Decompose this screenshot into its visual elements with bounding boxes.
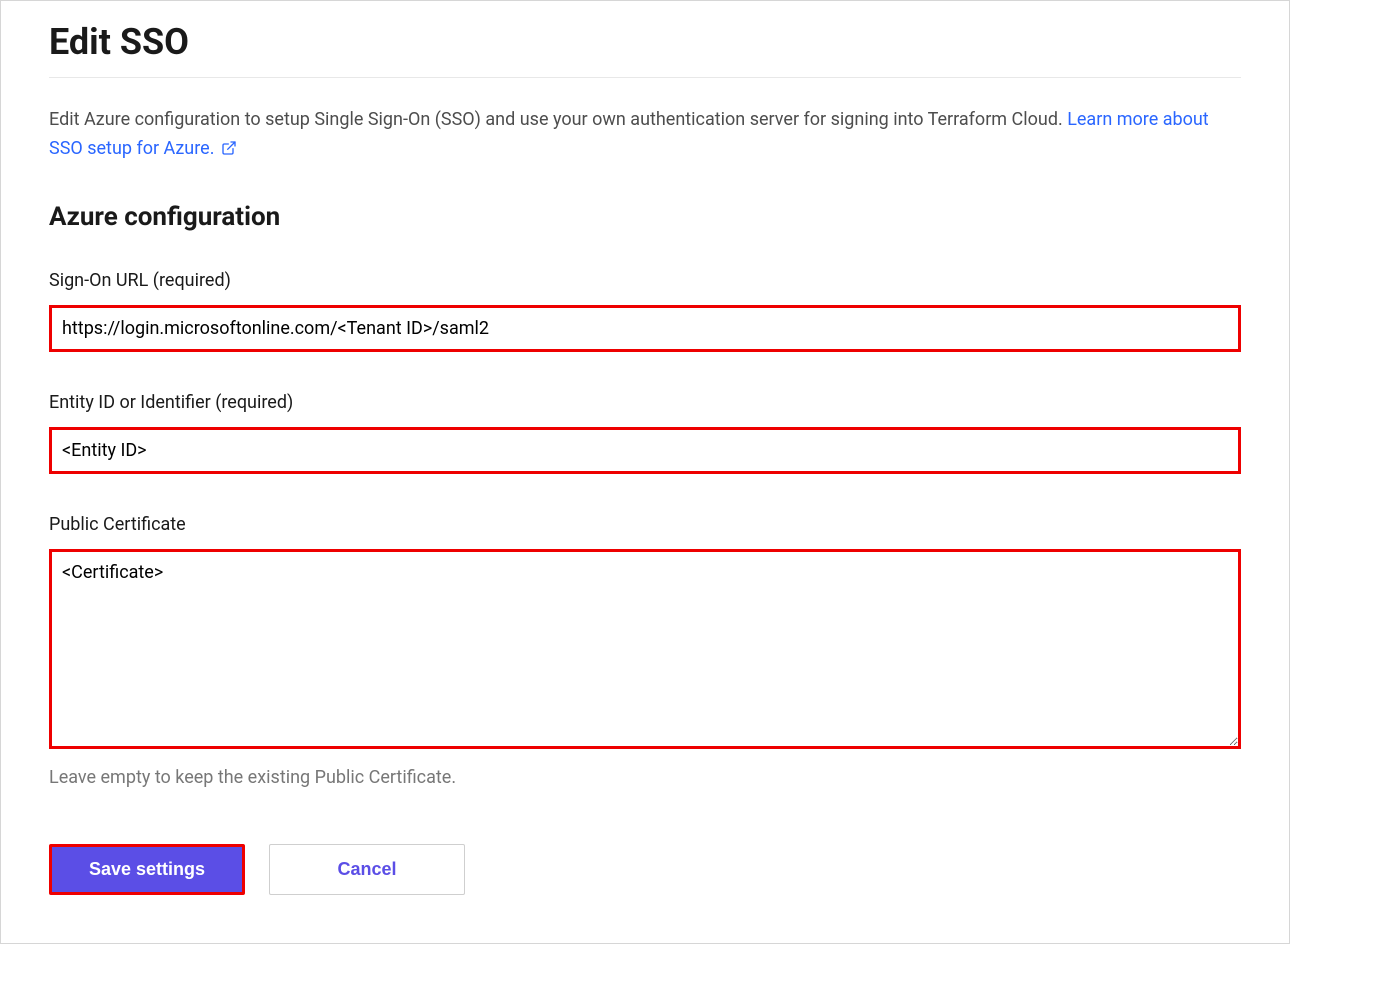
public-cert-textarea[interactable]: <Certificate> xyxy=(49,549,1241,749)
edit-sso-panel: Edit SSO Edit Azure configuration to set… xyxy=(0,0,1290,944)
entity-id-label: Entity ID or Identifier (required) xyxy=(49,392,1241,413)
entity-id-field: Entity ID or Identifier (required) xyxy=(49,392,1241,474)
divider xyxy=(49,77,1241,78)
description-text: Edit Azure configuration to setup Single… xyxy=(49,109,1067,130)
sign-on-url-field: Sign-On URL (required) xyxy=(49,270,1241,352)
cancel-button[interactable]: Cancel xyxy=(269,844,465,895)
sign-on-url-input[interactable] xyxy=(49,305,1241,352)
external-link-icon xyxy=(221,137,237,166)
page-description: Edit Azure configuration to setup Single… xyxy=(49,106,1241,166)
public-cert-field: Public Certificate <Certificate> Leave e… xyxy=(49,514,1241,788)
button-row: Save settings Cancel xyxy=(49,844,1241,895)
entity-id-input[interactable] xyxy=(49,427,1241,474)
page-title: Edit SSO xyxy=(49,21,1241,63)
sign-on-url-label: Sign-On URL (required) xyxy=(49,270,1241,291)
public-cert-help-text: Leave empty to keep the existing Public … xyxy=(49,767,1241,788)
save-settings-button[interactable]: Save settings xyxy=(49,844,245,895)
public-cert-label: Public Certificate xyxy=(49,514,1241,535)
section-title: Azure configuration xyxy=(49,202,1241,232)
